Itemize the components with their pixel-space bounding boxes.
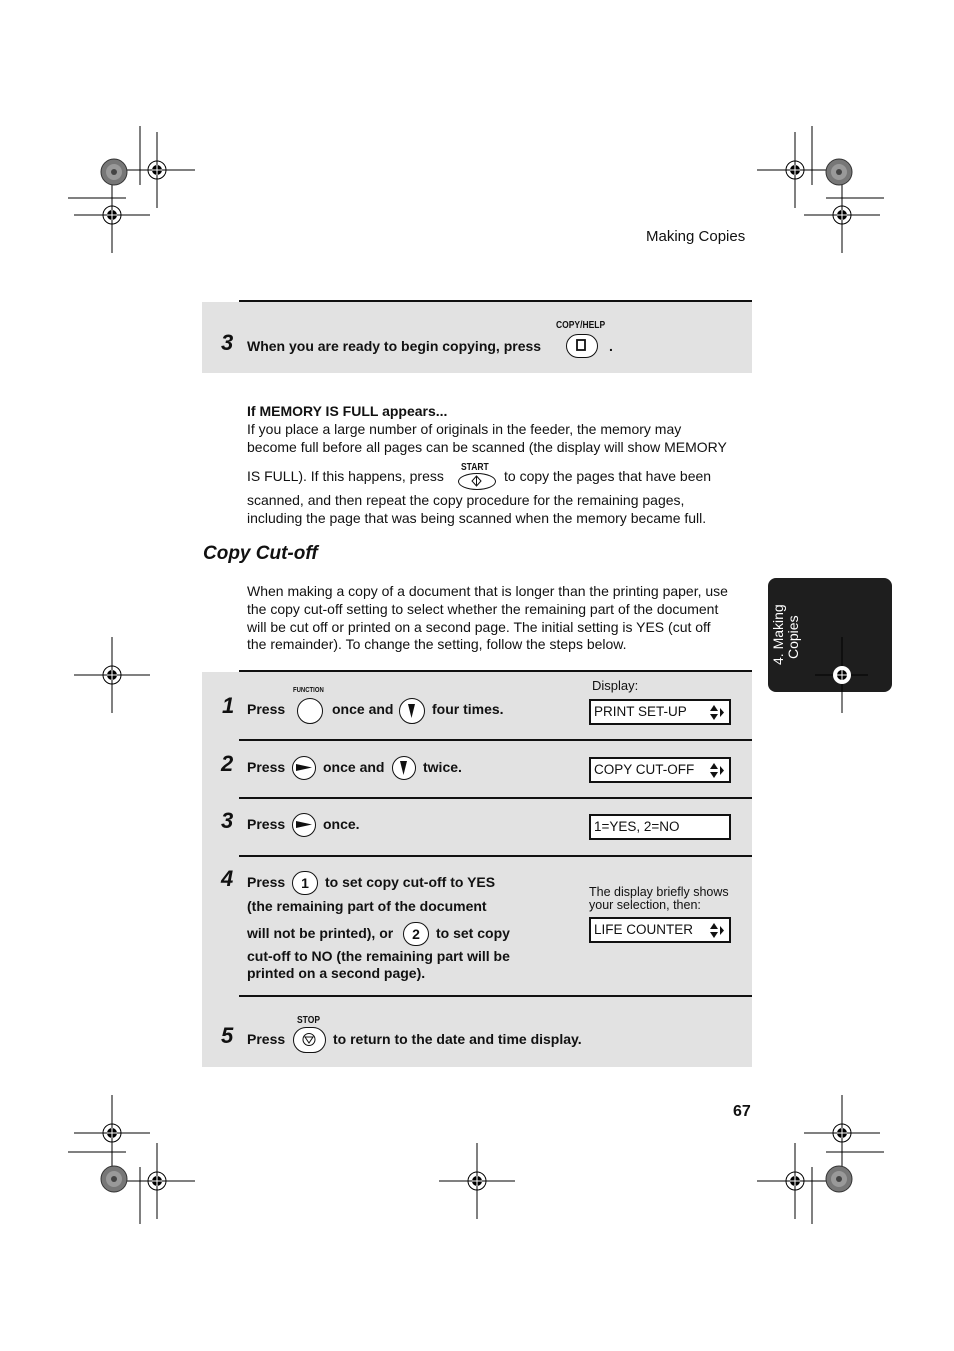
crosshair-mark xyxy=(803,176,881,254)
number-key-2: 2 xyxy=(403,922,429,946)
divider xyxy=(239,855,752,857)
crosshair-mark xyxy=(73,176,151,254)
key-label: STOP xyxy=(297,1015,320,1026)
dial-mark xyxy=(100,158,128,186)
step-number: 1 xyxy=(222,693,235,718)
step-number: 5 xyxy=(221,1023,234,1048)
memory-note-line: become full before all pages can be scan… xyxy=(247,439,727,455)
up-down-right-arrows-icon xyxy=(710,923,724,938)
trailing-period: . xyxy=(609,338,613,354)
key-label: COPY/HELP xyxy=(556,320,606,331)
step-text: Press xyxy=(247,816,286,832)
section-title: Copy Cut-off xyxy=(203,543,318,564)
page-number: 67 xyxy=(733,1103,751,1120)
key-label: START xyxy=(461,462,489,473)
step-number: 3 xyxy=(221,330,234,355)
lcd-display: LIFE COUNTER xyxy=(589,917,731,943)
crosshair-mark xyxy=(438,1142,516,1220)
step-text: to return to the date and time display. xyxy=(333,1031,582,1047)
memory-note-heading: If MEMORY IS FULL appears... xyxy=(247,403,448,419)
divider xyxy=(239,670,752,672)
up-down-right-arrows-icon xyxy=(710,763,724,778)
display-note: your selection, then: xyxy=(589,898,701,912)
dial-mark xyxy=(825,158,853,186)
crosshair-mark xyxy=(756,1142,834,1220)
display-label: Display: xyxy=(592,678,639,693)
number-key-1: 1 xyxy=(292,871,318,895)
crosshair-mark xyxy=(756,131,834,209)
step-text: once. xyxy=(323,816,360,832)
chapter-tab-label: 4. Making Copies xyxy=(770,604,801,665)
step-text: Press xyxy=(247,701,286,717)
lcd-text: COPY CUT-OFF xyxy=(594,762,695,777)
intro-line: When making a copy of a document that is… xyxy=(247,583,728,599)
crosshair-mark xyxy=(803,1094,881,1172)
dial-mark xyxy=(825,1165,853,1193)
step-text: printed on a second page). xyxy=(247,965,426,981)
down-arrow-key-icon xyxy=(399,698,425,724)
step-text: When you are ready to begin copying, pre… xyxy=(247,338,542,354)
intro-line: will be cut off or printed on a second p… xyxy=(247,619,711,635)
step-text: Press xyxy=(247,759,286,775)
copy-help-key-icon xyxy=(566,334,598,358)
step-text: cut-off to NO (the remaining part will b… xyxy=(247,948,510,964)
divider xyxy=(239,995,752,997)
lcd-display: 1=YES, 2=NO xyxy=(589,814,731,840)
intro-line: the remainder). To change the setting, f… xyxy=(247,636,627,652)
up-down-right-arrows-icon xyxy=(710,705,724,720)
function-key-icon xyxy=(297,698,323,724)
step-text: (the remaining part of the document xyxy=(247,898,487,914)
lcd-display: PRINT SET-UP xyxy=(589,699,731,725)
step-text: Press xyxy=(247,1031,286,1047)
step-text: once and xyxy=(332,701,394,717)
divider xyxy=(239,797,752,799)
step-text: twice. xyxy=(423,759,462,775)
stop-key-icon xyxy=(293,1027,326,1053)
step-text: to set copy cut-off to YES xyxy=(325,874,496,890)
start-key-icon xyxy=(458,473,496,490)
step-text: four times. xyxy=(432,701,504,717)
crosshair-mark xyxy=(73,1094,151,1172)
crosshair-mark xyxy=(73,636,151,714)
lcd-text: 1=YES, 2=NO xyxy=(594,819,680,834)
page-header-title: Making Copies xyxy=(646,228,746,245)
dial-mark xyxy=(100,1165,128,1193)
right-arrow-key-icon xyxy=(292,813,316,837)
steps-panel xyxy=(202,672,752,1067)
lcd-text: LIFE COUNTER xyxy=(594,922,694,937)
memory-note-line: to copy the pages that have been xyxy=(504,468,712,484)
right-arrow-key-icon xyxy=(292,756,316,780)
step-text: will not be printed), or xyxy=(247,925,394,941)
step-number: 2 xyxy=(221,751,234,776)
memory-note-line: If you place a large number of originals… xyxy=(247,421,682,437)
down-arrow-key-icon xyxy=(392,756,416,780)
memory-note-line: scanned, and then repeat the copy proced… xyxy=(247,492,685,508)
step-text: Press xyxy=(247,874,286,890)
crosshair-mark xyxy=(118,131,196,209)
memory-note-line: including the page that was being scanne… xyxy=(247,510,707,526)
step-text: once and xyxy=(323,759,385,775)
step-number: 3 xyxy=(221,808,234,833)
lcd-text: PRINT SET-UP xyxy=(594,704,687,719)
divider xyxy=(239,739,752,741)
step-text: to set copy xyxy=(436,925,510,941)
intro-line: the copy cut-off setting to select wheth… xyxy=(247,601,719,617)
key-label: FUNCTION xyxy=(293,687,324,694)
memory-note-line: IS FULL). If this happens, press xyxy=(247,468,444,484)
step-number: 4 xyxy=(221,866,234,891)
crosshair-mark xyxy=(118,1142,196,1220)
display-note: The display briefly shows xyxy=(589,885,729,899)
divider xyxy=(239,300,752,302)
lcd-display: COPY CUT-OFF xyxy=(589,757,731,783)
